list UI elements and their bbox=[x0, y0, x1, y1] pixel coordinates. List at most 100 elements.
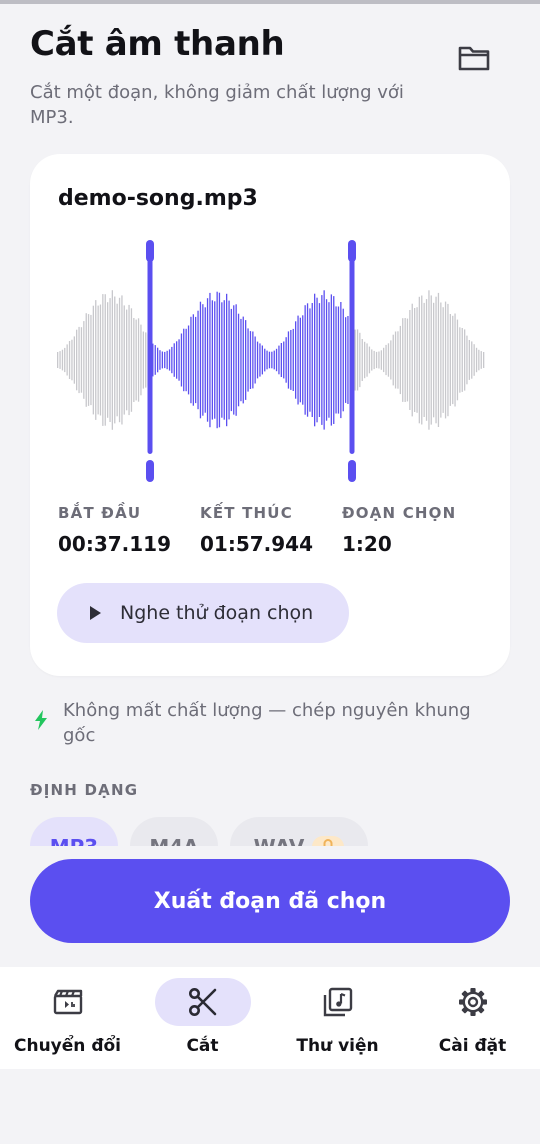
waveform-bar bbox=[209, 292, 211, 428]
quality-note: Không mất chất lượng — chép nguyên khung… bbox=[30, 698, 500, 748]
waveform-bar bbox=[321, 295, 323, 425]
waveform-bar bbox=[416, 307, 418, 413]
waveform-bar bbox=[375, 351, 378, 369]
waveform-bar bbox=[456, 319, 459, 401]
music-library-icon bbox=[323, 987, 352, 1017]
waveform-bar bbox=[275, 348, 278, 372]
waveform-bar bbox=[192, 314, 194, 406]
preview-button[interactable]: Nghe thử đoạn chọn bbox=[57, 583, 349, 643]
waveform-bar bbox=[402, 318, 404, 402]
play-icon bbox=[90, 606, 101, 620]
bottom-tab-bar: Chuyển đổi Cắt Thư viện Cài đặt bbox=[0, 967, 540, 1069]
waveform-bar bbox=[268, 351, 271, 369]
duration-label: ĐOẠN CHỌN bbox=[342, 504, 457, 522]
waveform-bar bbox=[278, 345, 280, 375]
waveform-bar bbox=[347, 316, 349, 404]
open-folder-button[interactable] bbox=[454, 40, 494, 76]
waveform-bar bbox=[90, 314, 92, 406]
waveform-bar bbox=[226, 293, 228, 427]
waveform-bar bbox=[356, 329, 359, 391]
waveform-bar bbox=[387, 343, 390, 377]
waveform-bar bbox=[240, 318, 242, 402]
waveform-bar bbox=[185, 328, 187, 392]
waveform-bar bbox=[223, 300, 225, 420]
waveform-bar bbox=[399, 325, 401, 395]
gear-icon bbox=[458, 988, 487, 1016]
waveform-bar bbox=[442, 307, 444, 413]
folder-icon bbox=[458, 46, 490, 71]
waveform-bar bbox=[273, 350, 275, 370]
waveform-bar bbox=[187, 325, 190, 395]
waveform-bar bbox=[164, 351, 166, 369]
waveform-bar bbox=[449, 314, 451, 406]
waveform-bar bbox=[271, 351, 273, 369]
waveform-bar bbox=[373, 350, 375, 370]
end-time-value[interactable]: 01:57.944 bbox=[200, 532, 313, 556]
format-option-m4a[interactable]: M4A bbox=[130, 817, 218, 846]
tab-library[interactable]: Thư viện bbox=[270, 967, 405, 1069]
waveform-bar bbox=[430, 295, 432, 425]
waveform-bar bbox=[283, 341, 285, 379]
waveform-bar bbox=[180, 333, 183, 387]
waveform-bar bbox=[390, 340, 392, 380]
waveform-bar bbox=[475, 347, 478, 373]
tab-label: Thư viện bbox=[296, 1036, 379, 1056]
waveform-bar bbox=[107, 302, 109, 418]
waveform-bar bbox=[295, 321, 297, 399]
tab-convert[interactable]: Chuyển đổi bbox=[0, 967, 135, 1069]
waveform-bar bbox=[480, 351, 482, 369]
waveform-bar bbox=[166, 350, 168, 370]
waveform-bar bbox=[328, 302, 330, 418]
waveform-bar bbox=[435, 296, 437, 424]
waveform-bar bbox=[111, 290, 113, 430]
waveform-bar bbox=[197, 310, 199, 410]
waveform-bar bbox=[168, 349, 171, 371]
waveform-bar bbox=[159, 350, 161, 370]
waveform-bar bbox=[337, 306, 340, 414]
waveform-bar bbox=[411, 303, 413, 417]
waveform-bar bbox=[99, 304, 102, 416]
waveform-bar bbox=[123, 305, 125, 415]
waveform-bar bbox=[245, 320, 247, 400]
format-option-mp3[interactable]: MP3 bbox=[30, 817, 118, 846]
waveform-bars bbox=[57, 290, 485, 430]
tab-settings[interactable]: Cài đặt bbox=[405, 967, 540, 1069]
waveform-bar bbox=[290, 330, 292, 390]
waveform-bar bbox=[428, 290, 430, 430]
waveform-bar bbox=[325, 299, 328, 421]
waveform-bar bbox=[454, 313, 456, 407]
waveform-bar bbox=[318, 303, 321, 417]
waveform-bar bbox=[202, 304, 204, 416]
waveform-bar bbox=[299, 317, 301, 403]
waveform-bar bbox=[59, 351, 61, 369]
end-time-stat: KẾT THÚC 01:57.944 bbox=[200, 504, 313, 556]
waveform-bar bbox=[345, 317, 347, 403]
waveform-bar bbox=[421, 295, 423, 425]
waveform-bar bbox=[104, 294, 106, 426]
waveform-bar bbox=[361, 339, 363, 381]
waveform-bar bbox=[64, 347, 66, 373]
waveform-bar bbox=[116, 303, 118, 417]
waveform-bar bbox=[459, 327, 461, 393]
waveform-bar bbox=[385, 344, 387, 376]
tab-cut[interactable]: Cắt bbox=[135, 967, 270, 1069]
scissors-icon bbox=[188, 988, 216, 1016]
start-time-value[interactable]: 00:37.119 bbox=[58, 532, 171, 556]
waveform-bar bbox=[190, 316, 192, 404]
waveform-bar bbox=[214, 301, 216, 419]
waveform-bar bbox=[364, 341, 366, 379]
waveform-bar bbox=[380, 350, 382, 370]
waveform-bar bbox=[216, 291, 218, 429]
page-title: Cắt âm thanh bbox=[30, 24, 285, 64]
waveform-bar bbox=[218, 292, 221, 428]
export-button[interactable]: Xuất đoạn đã chọn bbox=[30, 859, 510, 943]
waveform-bar bbox=[323, 290, 325, 430]
waveform-bar bbox=[471, 341, 473, 379]
waveform-bar bbox=[464, 329, 466, 391]
waveform-bar bbox=[256, 341, 259, 379]
waveform-bar bbox=[378, 351, 380, 369]
waveform-bar bbox=[183, 328, 185, 392]
format-option-wav[interactable]: WAV bbox=[230, 817, 368, 846]
waveform-bar bbox=[114, 296, 116, 424]
quality-note-text: Không mất chất lượng — chép nguyên khung… bbox=[63, 700, 471, 746]
